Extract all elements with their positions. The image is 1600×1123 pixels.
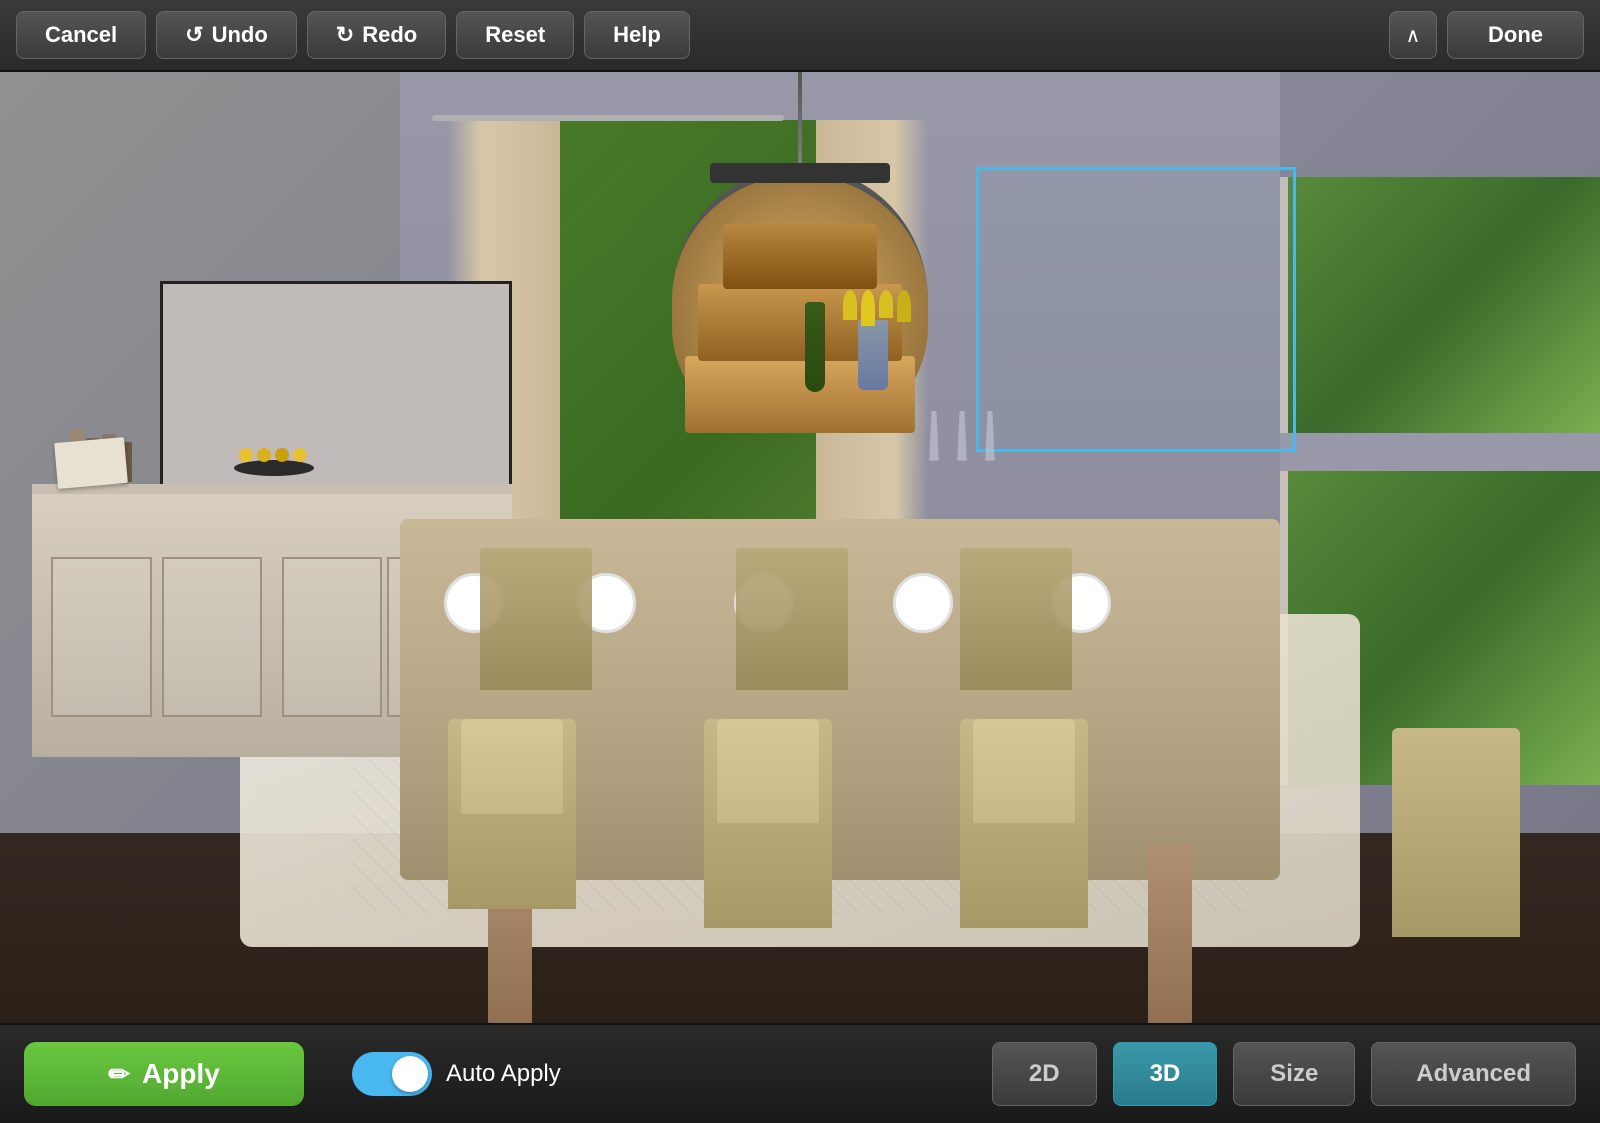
undo-label: Undo — [212, 22, 268, 48]
apply-icon: ✏ — [108, 1059, 130, 1090]
sideboard-door-2 — [162, 557, 263, 717]
auto-apply-label: Auto Apply — [446, 1060, 561, 1088]
chair-back-right — [960, 548, 1072, 691]
chevron-up-icon: ∧ — [1406, 23, 1421, 48]
window-right-top — [1280, 177, 1600, 443]
table-leg-right — [1148, 844, 1192, 1023]
open-book — [54, 438, 128, 490]
chair-front-center — [704, 719, 832, 928]
redo-button[interactable]: ↻ Redo — [307, 11, 446, 59]
chair-front-left — [448, 719, 576, 909]
redo-label: Redo — [362, 22, 417, 48]
plate-4 — [893, 573, 953, 633]
flower-vase — [858, 320, 888, 390]
toolbar: Cancel ↺ Undo ↻ Redo Reset Help ∧ Done — [0, 0, 1600, 72]
window-divider-right — [1280, 433, 1600, 471]
redo-icon: ↻ — [336, 22, 354, 48]
sideboard-top — [32, 484, 512, 494]
wine-glasses — [928, 411, 996, 461]
scene-background — [0, 72, 1600, 1023]
reset-button[interactable]: Reset — [456, 11, 574, 59]
undo-icon: ↺ — [185, 22, 203, 48]
mode-3d-button[interactable]: 3D — [1113, 1042, 1218, 1106]
chevron-up-button[interactable]: ∧ — [1389, 11, 1437, 59]
sideboard-door-1 — [51, 557, 152, 717]
undo-button[interactable]: ↺ Undo — [156, 11, 297, 59]
cancel-button[interactable]: Cancel — [16, 11, 146, 59]
auto-apply-toggle[interactable] — [352, 1052, 432, 1096]
selection-frame[interactable] — [976, 167, 1296, 452]
mode-2d-button[interactable]: 2D — [992, 1042, 1097, 1106]
apply-button[interactable]: ✏ Apply — [24, 1042, 304, 1106]
scene-viewport[interactable] — [0, 72, 1600, 1023]
done-button[interactable]: Done — [1447, 11, 1584, 59]
chandelier-ring — [710, 163, 889, 183]
curtain-rod — [432, 115, 784, 121]
chair-back-center — [736, 548, 848, 691]
help-button[interactable]: Help — [584, 11, 690, 59]
advanced-button[interactable]: Advanced — [1371, 1042, 1576, 1106]
size-button[interactable]: Size — [1233, 1042, 1355, 1106]
chandelier-tier-3 — [723, 224, 877, 289]
chair-far-right — [1392, 728, 1520, 937]
auto-apply-group: Auto Apply — [352, 1052, 561, 1096]
wine-bottle — [805, 302, 825, 392]
flowers — [843, 290, 911, 326]
toggle-knob — [392, 1056, 428, 1092]
chair-back-left — [480, 548, 592, 691]
sideboard-door-3 — [282, 557, 383, 717]
chair-front-right — [960, 719, 1088, 928]
fruits — [239, 448, 307, 462]
bottom-bar: ✏ Apply Auto Apply 2D 3D Size Advanced — [0, 1023, 1600, 1123]
apply-label: Apply — [142, 1058, 220, 1090]
